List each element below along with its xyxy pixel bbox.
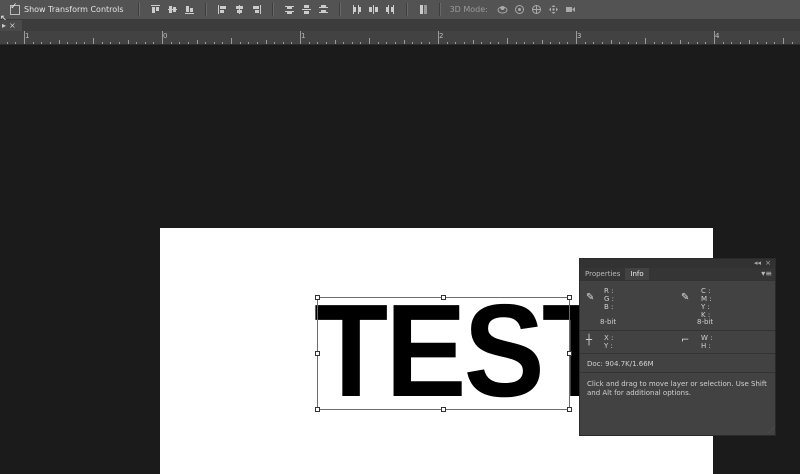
3d-mode-label: 3D Mode:: [449, 5, 488, 14]
ruler-ticks: [7, 31, 793, 44]
ruler-label: 1: [301, 32, 306, 40]
horizontal-ruler[interactable]: 1 0 1 2 3 4: [0, 31, 800, 45]
position-size-section: ┼ X : Y : ⌐ W : H :: [580, 330, 775, 353]
options-bar: ↖ Show Transform Controls 3D Mode:: [0, 0, 800, 24]
3d-scale-icon[interactable]: [565, 4, 576, 15]
separator: [204, 3, 207, 16]
separator: [405, 3, 408, 16]
selection-size-icon: ⌐: [681, 335, 690, 346]
transform-handle-top-center[interactable]: [441, 295, 446, 300]
separator: [137, 3, 140, 16]
eyedropper-icon: ✎: [681, 292, 690, 303]
separator: [438, 3, 441, 16]
close-icon[interactable]: ×: [9, 21, 16, 30]
ruler-label: 2: [439, 32, 444, 40]
close-panel-icon[interactable]: ×: [765, 259, 771, 267]
separator: [271, 3, 274, 16]
ruler-label: 4: [715, 32, 720, 40]
width-label: W :: [701, 334, 713, 342]
tool-hint-text: Click and drag to move layer or selectio…: [587, 380, 767, 397]
distribute-vertical-centers-icon[interactable]: [301, 4, 312, 15]
align-vertical-centers-icon[interactable]: [167, 4, 178, 15]
ruler-label: 1: [25, 32, 30, 40]
cyan-label: C :: [701, 287, 711, 295]
distribute-left-edges-icon[interactable]: [351, 4, 362, 15]
magenta-label: M :: [701, 295, 712, 303]
doc-size-readout: Doc: 904.7K/1.66M: [587, 360, 654, 368]
color-readout-section: ✎ R : G : B : 8-bit ✎ C : M : Y : K : 8-…: [580, 280, 775, 330]
auto-align-layers-icon[interactable]: [418, 4, 429, 15]
3d-roll-icon[interactable]: [514, 4, 525, 15]
distribute-horizontal-centers-icon[interactable]: [368, 4, 379, 15]
align-left-edges-icon[interactable]: [217, 4, 228, 15]
distribute-right-edges-icon[interactable]: [385, 4, 396, 15]
checkbox-checked-icon: [10, 2, 20, 15]
transform-handle-top-right[interactable]: [567, 295, 572, 300]
align-bottom-edges-icon[interactable]: [184, 4, 195, 15]
ruler-label: 3: [577, 32, 582, 40]
separator: [338, 3, 341, 16]
panel-tabs: Properties Info ▾≡: [580, 268, 775, 280]
reference-point-icon[interactable]: ✧: [439, 349, 449, 359]
collapse-panel-icon[interactable]: ◂◂: [754, 259, 761, 267]
tab-arrow-icon: ▸: [2, 21, 7, 30]
yellow-label: Y :: [701, 303, 710, 311]
align-top-edges-icon[interactable]: [150, 4, 161, 15]
transform-handle-top-left[interactable]: [315, 295, 320, 300]
eyedropper-icon: ✎: [586, 292, 595, 303]
transform-handle-middle-left[interactable]: [315, 351, 320, 356]
distribute-top-edges-icon[interactable]: [284, 4, 295, 15]
distribute-bottom-edges-icon[interactable]: [318, 4, 329, 15]
ruler-label: 0: [163, 32, 168, 40]
info-panel: ◂◂ × Properties Info ▾≡ ✎ R : G : B : 8-…: [579, 258, 776, 436]
blue-label: B :: [604, 303, 614, 311]
transform-handle-middle-right[interactable]: [567, 351, 572, 356]
cmyk-bit-depth: 8-bit: [697, 318, 714, 326]
tool-hint-section: Click and drag to move layer or selectio…: [580, 372, 775, 433]
crosshair-icon: ┼: [586, 335, 593, 346]
green-label: G :: [604, 295, 615, 303]
rgb-bit-depth: 8-bit: [600, 318, 617, 326]
red-label: R :: [604, 287, 614, 295]
y-label: Y :: [604, 342, 613, 350]
panel-menu-icon[interactable]: ▾≡: [761, 269, 772, 278]
3d-rotate-icon[interactable]: [497, 4, 508, 15]
panel-header: ◂◂ ×: [580, 259, 775, 268]
height-label: H :: [701, 342, 711, 350]
3d-pan-icon[interactable]: [531, 4, 542, 15]
transform-handle-bottom-left[interactable]: [315, 407, 320, 412]
resize-grip-icon[interactable]: ⋰: [768, 427, 774, 434]
document-tab[interactable]: ▸ ×: [0, 20, 22, 31]
transform-handle-bottom-center[interactable]: [441, 407, 446, 412]
3d-slide-icon[interactable]: [548, 4, 559, 15]
align-right-edges-icon[interactable]: [251, 4, 262, 15]
tab-properties[interactable]: Properties: [580, 268, 625, 280]
document-tab-row: ▸ ×: [0, 20, 800, 31]
doc-size-section: Doc: 904.7K/1.66M: [580, 353, 775, 372]
x-label: X :: [604, 334, 614, 342]
tab-info[interactable]: Info: [625, 268, 649, 280]
show-transform-controls-label: Show Transform Controls: [24, 5, 124, 14]
transform-handle-bottom-right[interactable]: [567, 407, 572, 412]
show-transform-controls-checkbox[interactable]: Show Transform Controls: [10, 2, 124, 15]
align-horizontal-centers-icon[interactable]: [234, 4, 245, 15]
